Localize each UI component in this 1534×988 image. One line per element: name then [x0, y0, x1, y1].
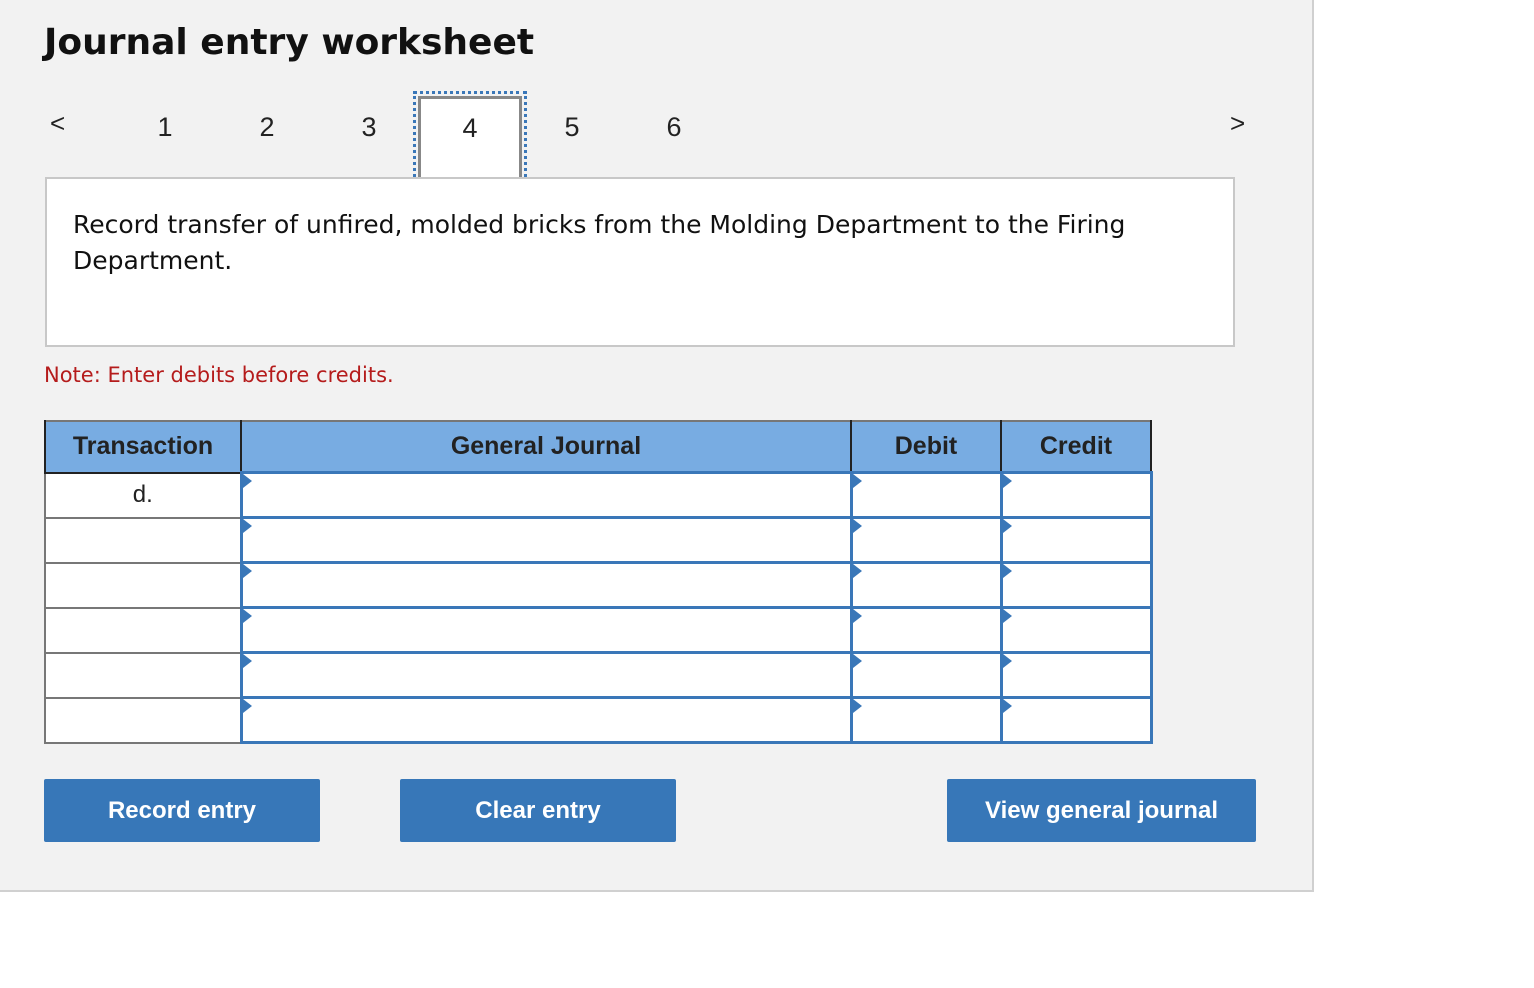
page-title: Journal entry worksheet: [44, 22, 535, 63]
tab-5[interactable]: 5: [521, 96, 623, 178]
header-credit: Credit: [1000, 421, 1152, 474]
prompt-text: Record transfer of unfired, molded brick…: [73, 210, 1126, 275]
account-input[interactable]: [239, 651, 853, 699]
next-arrow-icon[interactable]: >: [1230, 108, 1245, 139]
view-general-journal-button[interactable]: View general journal: [947, 779, 1256, 842]
debit-input[interactable]: [849, 471, 1003, 519]
note-text: Note: Enter debits before credits.: [44, 363, 394, 387]
transaction-cell: [44, 561, 242, 609]
transaction-cell: [44, 696, 242, 744]
header-general-journal: General Journal: [240, 421, 852, 474]
credit-input[interactable]: [999, 471, 1153, 519]
table-row: [44, 651, 1153, 699]
tab-3[interactable]: 3: [318, 96, 420, 178]
account-input[interactable]: [239, 471, 853, 519]
transaction-cell: d.: [44, 471, 242, 519]
transaction-cell: [44, 516, 242, 564]
debit-input[interactable]: [849, 561, 1003, 609]
tab-6[interactable]: 6: [623, 96, 725, 178]
record-entry-button[interactable]: Record entry: [44, 779, 320, 842]
journal-table: Transaction General Journal Debit Credit…: [44, 420, 1153, 744]
table-row: [44, 516, 1153, 564]
prompt-box: Record transfer of unfired, molded brick…: [45, 177, 1235, 347]
header-debit: Debit: [850, 421, 1002, 474]
header-transaction: Transaction: [44, 421, 242, 474]
credit-input[interactable]: [999, 606, 1153, 654]
debit-input[interactable]: [849, 651, 1003, 699]
worksheet-panel: Journal entry worksheet < > 1 2 3 4 5 6 …: [0, 0, 1314, 892]
table-row: [44, 606, 1153, 654]
transaction-cell: [44, 651, 242, 699]
tab-4[interactable]: 4: [413, 91, 527, 183]
credit-input[interactable]: [999, 651, 1153, 699]
account-input[interactable]: [239, 606, 853, 654]
account-input[interactable]: [239, 561, 853, 609]
table-row: [44, 561, 1153, 609]
account-input[interactable]: [239, 516, 853, 564]
credit-input[interactable]: [999, 696, 1153, 744]
debit-input[interactable]: [849, 516, 1003, 564]
table-row: d.: [44, 471, 1153, 519]
debit-input[interactable]: [849, 696, 1003, 744]
account-input[interactable]: [239, 696, 853, 744]
prev-arrow-icon[interactable]: <: [50, 108, 65, 139]
tab-2[interactable]: 2: [216, 96, 318, 178]
table-row: [44, 696, 1153, 744]
credit-input[interactable]: [999, 561, 1153, 609]
credit-input[interactable]: [999, 516, 1153, 564]
clear-entry-button[interactable]: Clear entry: [400, 779, 676, 842]
debit-input[interactable]: [849, 606, 1003, 654]
tab-1[interactable]: 1: [114, 96, 216, 178]
transaction-cell: [44, 606, 242, 654]
